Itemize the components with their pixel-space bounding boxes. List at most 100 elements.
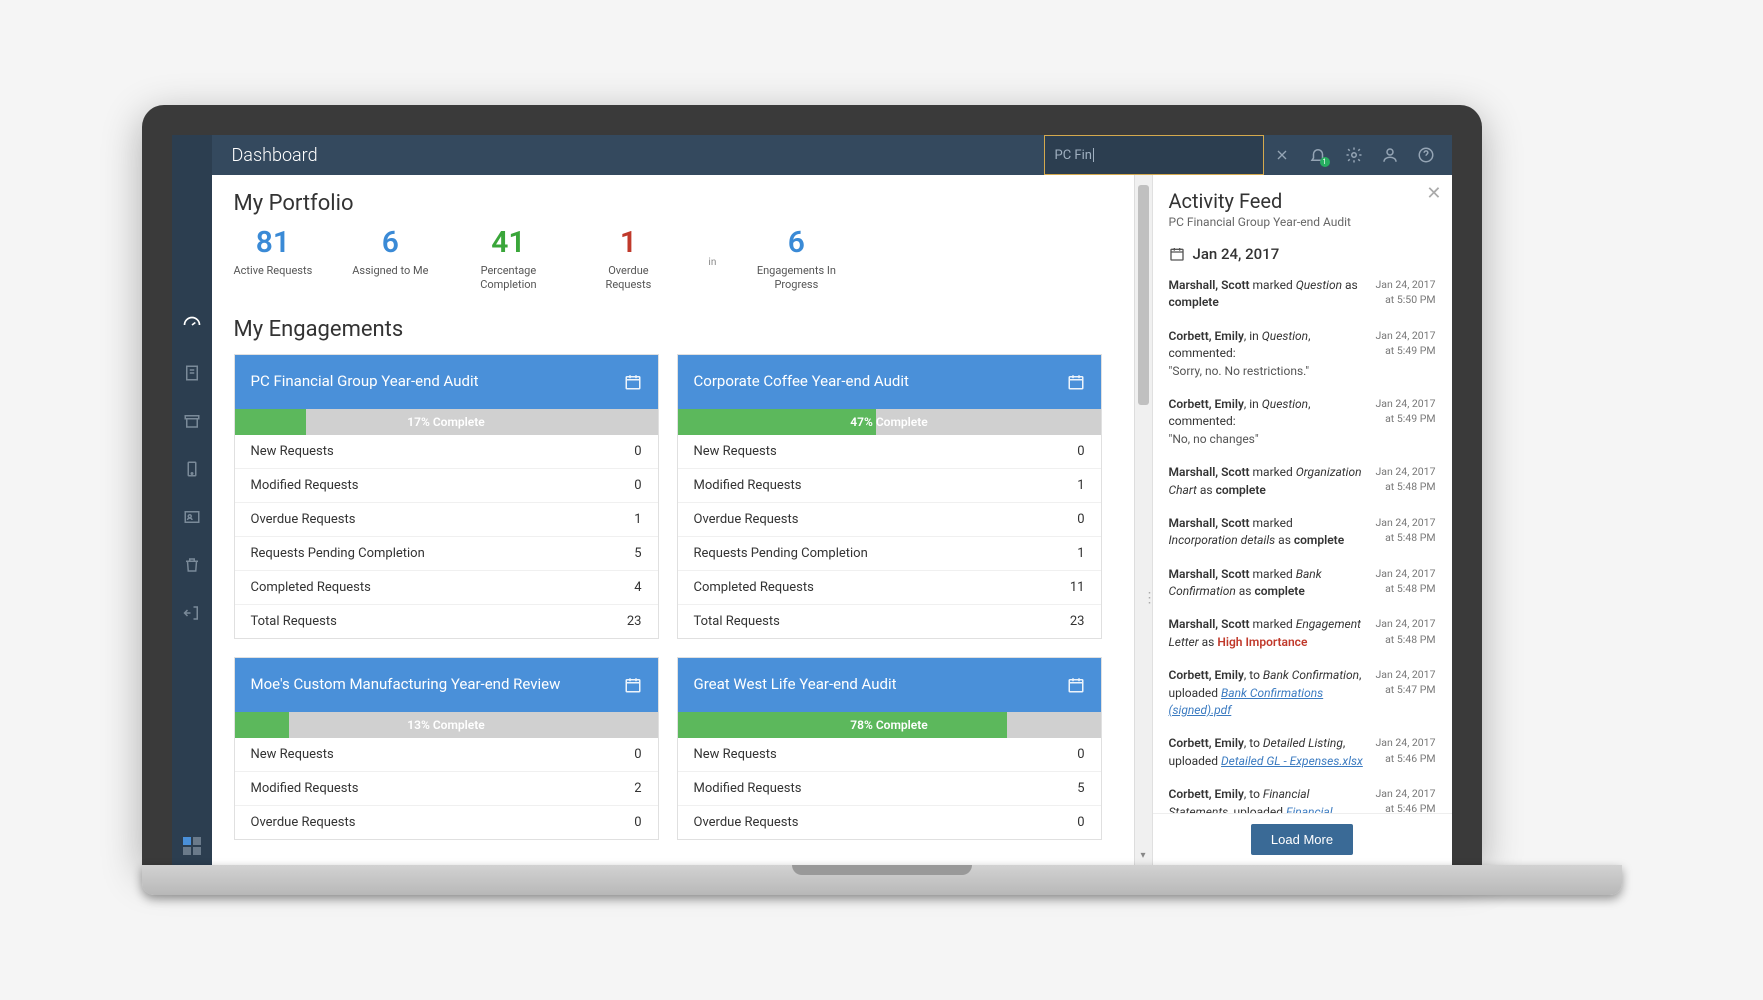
engagement-row[interactable]: Total Requests 23 <box>678 605 1101 638</box>
engagement-row[interactable]: Requests Pending Completion5 <box>235 537 658 571</box>
archive-icon[interactable] <box>182 411 202 431</box>
portfolio-stat[interactable]: 41Percentage Completion <box>468 228 548 293</box>
settings-icon[interactable] <box>1336 135 1372 175</box>
user-icon[interactable] <box>1372 135 1408 175</box>
engagement-title: Moe's Custom Manufacturing Year-end Revi… <box>251 675 571 695</box>
engagement-row[interactable]: New Requests0 <box>678 435 1101 469</box>
row-value: 0 <box>1077 512 1084 527</box>
calendar-icon[interactable] <box>1067 676 1085 694</box>
engagement-row[interactable]: Overdue Requests0 <box>678 503 1101 537</box>
documents-icon[interactable] <box>182 363 202 383</box>
stat-value: 1 <box>588 228 668 258</box>
row-label: New Requests <box>694 444 777 459</box>
row-value: 0 <box>1077 747 1084 762</box>
activity-item[interactable]: Jan 24, 2017at 5:49 PMCorbett, Emily, in… <box>1169 390 1436 458</box>
engagement-row[interactable]: Overdue Requests0 <box>678 806 1101 839</box>
row-label: Total Requests <box>251 614 337 629</box>
dashboard-panel: My Portfolio 81Active Requests6Assigned … <box>212 175 1134 865</box>
row-label: Requests Pending Completion <box>694 546 868 561</box>
portfolio-stat[interactable]: 1Overdue Requests <box>588 228 668 293</box>
calendar-icon[interactable] <box>624 676 642 694</box>
engagement-row[interactable]: Completed Requests11 <box>678 571 1101 605</box>
row-value: 23 <box>1070 614 1085 629</box>
apps-icon[interactable] <box>183 837 201 855</box>
page-title: Dashboard <box>212 145 1044 166</box>
activity-item[interactable]: Jan 24, 2017at 5:48 PMMarshall, Scott ma… <box>1169 458 1436 509</box>
progress-text: 47% Complete <box>850 415 927 429</box>
portfolio-stat[interactable]: 81 Active Requests <box>234 228 313 278</box>
load-more-button[interactable]: Load More <box>1251 824 1353 855</box>
progress-bar: 47% Complete <box>678 409 1101 435</box>
stat-value: 81 <box>234 228 313 258</box>
row-value: 0 <box>634 747 641 762</box>
activity-subtitle: PC Financial Group Year-end Audit <box>1169 215 1436 229</box>
row-label: Total Requests <box>694 614 780 629</box>
dashboard-icon[interactable] <box>182 315 202 335</box>
clear-search-icon[interactable] <box>1264 135 1300 175</box>
engagement-row[interactable]: Modified Requests0 <box>235 469 658 503</box>
help-icon[interactable] <box>1408 135 1444 175</box>
row-value: 1 <box>1077 546 1084 561</box>
row-value: 1 <box>1077 478 1084 493</box>
engagement-card-header[interactable]: Great West Life Year-end Audit <box>678 658 1101 712</box>
stat-label: Active Requests <box>234 264 313 278</box>
engagement-row[interactable]: Modified Requests 1 <box>678 469 1101 503</box>
engagement-row[interactable]: Overdue Requests1 <box>235 503 658 537</box>
engagement-row[interactable]: New Requests 0 <box>235 738 658 772</box>
dashboard-scrollbar[interactable]: ▾ <box>1134 175 1152 865</box>
engagement-row[interactable]: Total Requests23 <box>235 605 658 638</box>
close-panel-icon[interactable]: ✕ <box>1426 183 1441 204</box>
contacts-icon[interactable] <box>182 507 202 527</box>
engagement-row[interactable]: New Requests0 <box>678 738 1101 772</box>
activity-item[interactable]: Jan 24, 2017at 5:49 PMCorbett, Emily, in… <box>1169 322 1436 390</box>
engagement-card: Great West Life Year-end Audit 78% Compl… <box>677 657 1102 840</box>
row-value: 1 <box>634 512 641 527</box>
row-value: 5 <box>1077 781 1084 796</box>
engagement-row[interactable]: Completed Requests4 <box>235 571 658 605</box>
notification-badge: 1 <box>1320 157 1330 167</box>
engagement-card-header[interactable]: PC Financial Group Year-end Audit <box>235 355 658 409</box>
portfolio-stat[interactable]: 6 Engagements In Progress <box>756 228 836 293</box>
engagement-card-header[interactable]: Corporate Coffee Year-end Audit <box>678 355 1101 409</box>
engagement-row[interactable]: Overdue Requests0 <box>235 806 658 839</box>
panel-drag-handle[interactable]: ⋮ <box>1143 595 1157 602</box>
trash-icon[interactable] <box>182 555 202 575</box>
activity-item[interactable]: Jan 24, 2017at 5:48 PMMarshall, Scott ma… <box>1169 509 1436 560</box>
calendar-icon[interactable] <box>624 373 642 391</box>
engagement-card-header[interactable]: Moe's Custom Manufacturing Year-end Revi… <box>235 658 658 712</box>
engagement-title: Great West Life Year-end Audit <box>694 675 907 695</box>
activity-timestamp: Jan 24, 2017at 5:48 PM <box>1376 566 1436 596</box>
logout-icon[interactable] <box>182 603 202 623</box>
calendar-icon[interactable] <box>1067 373 1085 391</box>
portfolio-stat[interactable]: 6Assigned to Me <box>352 228 428 278</box>
stat-value: 6 <box>352 228 428 258</box>
stat-label: Engagements In Progress <box>756 264 836 293</box>
row-label: New Requests <box>251 444 334 459</box>
device-icon[interactable] <box>182 459 202 479</box>
row-label: New Requests <box>251 747 334 762</box>
row-label: Modified Requests <box>251 781 359 796</box>
engagement-row[interactable]: New Requests0 <box>235 435 658 469</box>
activity-timestamp: Jan 24, 2017at 5:46 PM <box>1376 735 1436 765</box>
activity-item[interactable]: Jan 24, 2017at 5:46 PMCorbett, Emily, to… <box>1169 729 1436 780</box>
notifications-icon[interactable]: 1 <box>1300 135 1336 175</box>
activity-item[interactable]: Jan 24, 2017at 5:46 PMCorbett, Emily, to… <box>1169 780 1436 813</box>
engagement-row[interactable]: Requests Pending Completion 1 <box>678 537 1101 571</box>
activity-timestamp: Jan 24, 2017at 5:50 PM <box>1376 277 1436 307</box>
progress-bar: 78% Complete <box>678 712 1101 738</box>
row-label: Modified Requests <box>694 478 802 493</box>
row-value: 2 <box>634 781 641 796</box>
activity-item[interactable]: Jan 24, 2017at 5:48 PMMarshall, Scott ma… <box>1169 610 1436 661</box>
progress-bar: 17% Complete <box>235 409 658 435</box>
activity-item[interactable]: Jan 24, 2017at 5:47 PMCorbett, Emily, to… <box>1169 661 1436 729</box>
engagement-row[interactable]: Modified Requests5 <box>678 772 1101 806</box>
search-input[interactable]: PC Fin <box>1044 135 1264 175</box>
activity-feed-panel: ✕ ⋮ Activity Feed PC Financial Group Yea… <box>1152 175 1452 865</box>
row-label: Overdue Requests <box>251 815 356 830</box>
stat-separator: in <box>708 253 716 268</box>
stat-value: 6 <box>756 228 836 258</box>
engagement-row[interactable]: Modified Requests 2 <box>235 772 658 806</box>
row-label: Completed Requests <box>251 580 371 595</box>
activity-item[interactable]: Jan 24, 2017at 5:50 PMMarshall, Scott ma… <box>1169 271 1436 322</box>
activity-item[interactable]: Jan 24, 2017at 5:48 PMMarshall, Scott ma… <box>1169 560 1436 611</box>
